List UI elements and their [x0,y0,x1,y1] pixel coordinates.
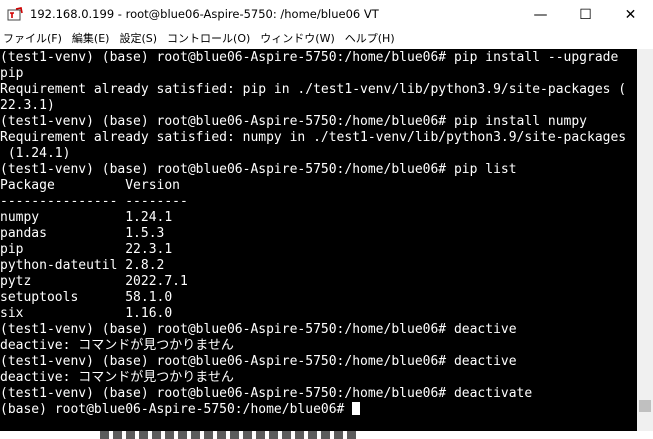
background-text-fragment [100,431,360,439]
menu-control[interactable]: コントロール(O) [162,30,255,48]
terminal-line: numpy 1.24.1 [0,210,173,225]
terminal-line: (test1-venv) (base) root@blue06-Aspire-5… [0,322,517,337]
terminal-line: Requirement already satisfied: pip in ./… [0,82,627,97]
teraterm-icon [7,7,23,21]
terminal-line: deactive: コマンドが見つかりません [0,370,234,385]
close-button[interactable]: ✕ [608,0,653,30]
terminal-line: (test1-venv) (base) root@blue06-Aspire-5… [0,162,517,177]
menu-file[interactable]: ファイル(F) [0,30,67,48]
terminal-line: pytz 2022.7.1 [0,274,188,289]
vertical-scrollbar[interactable] [637,49,653,431]
terminal-line: (1.24.1) [0,146,71,161]
menu-window[interactable]: ウィンドウ(W) [255,30,339,48]
terminal-prompt: (base) root@blue06-Aspire-5750:/home/blu… [0,402,353,417]
terminal-line: (test1-venv) (base) root@blue06-Aspire-5… [0,354,517,369]
minimize-icon: — [533,7,548,23]
terminal-cursor [352,402,361,415]
title-bar[interactable]: 192.168.0.199 - root@blue06-Aspire-5750:… [0,0,653,30]
terminal-line: (test1-venv) (base) root@blue06-Aspire-5… [0,114,587,129]
menu-setup[interactable]: 設定(S) [114,30,162,48]
close-icon: ✕ [624,7,637,23]
terminal-line: Package Version [0,178,181,193]
terminal-line: pip 22.3.1 [0,242,173,257]
terminal-line: 22.3.1) [0,98,55,113]
menu-edit[interactable]: 編集(E) [67,30,115,48]
scrollbar-thumb[interactable] [639,400,651,412]
menu-help[interactable]: ヘルプ(H) [340,30,400,48]
terminal-line: deactive: コマンドが見つかりません [0,338,234,353]
terminal-line: setuptools 58.1.0 [0,290,173,305]
terminal-prompt-line: (base) root@blue06-Aspire-5750:/home/blu… [0,402,361,418]
terminal-line: pip [0,66,24,81]
terminal-line: --------------- -------- [0,194,188,209]
terminal-line: (test1-venv) (base) root@blue06-Aspire-5… [0,386,533,401]
background-window-strip [0,431,653,439]
minimize-button[interactable]: — [518,0,563,30]
menu-bar: ファイル(F) 編集(E) 設定(S) コントロール(O) ウィンドウ(W) ヘ… [0,30,653,48]
terminal-line: Requirement already satisfied: numpy in … [0,130,627,145]
terminal-line: python-dateutil 2.8.2 [0,258,165,273]
window-title: 192.168.0.199 - root@blue06-Aspire-5750:… [30,7,379,21]
maximize-icon: ☐ [579,7,592,23]
terminal-line: six 1.16.0 [0,306,173,321]
terminal-screen[interactable]: (test1-venv) (base) root@blue06-Aspire-5… [0,49,637,431]
terminal-line: (test1-venv) (base) root@blue06-Aspire-5… [0,50,619,65]
maximize-button[interactable]: ☐ [563,0,608,30]
terminal-line: pandas 1.5.3 [0,226,165,241]
